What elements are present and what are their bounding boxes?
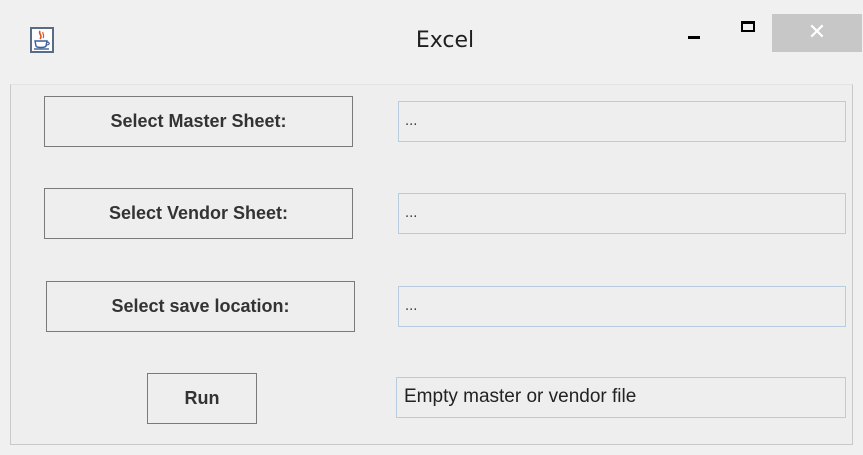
maximize-icon — [741, 21, 755, 32]
save-location-path-field[interactable] — [398, 286, 846, 327]
minimize-icon — [688, 36, 700, 39]
close-button[interactable]: ✕ — [772, 14, 862, 52]
form-panel: Select Master Sheet: Select Vendor Sheet… — [10, 84, 853, 445]
java-coffee-cup-icon[interactable] — [30, 27, 54, 53]
select-save-location-button[interactable]: Select save location: — [46, 281, 355, 332]
vendor-sheet-path-field[interactable] — [398, 193, 846, 234]
master-sheet-path-field[interactable] — [398, 101, 846, 142]
title-bar[interactable]: Excel ✕ — [0, 0, 863, 84]
app-window: Excel ✕ Select Master Sheet: Select Vend… — [0, 0, 863, 455]
select-master-sheet-button[interactable]: Select Master Sheet: — [44, 96, 353, 147]
window-title: Excel — [415, 28, 475, 53]
status-field: Empty master or vendor file — [396, 377, 846, 418]
close-icon: ✕ — [807, 20, 827, 45]
run-button[interactable]: Run — [147, 373, 257, 424]
maximize-button[interactable] — [726, 14, 776, 52]
minimize-button[interactable] — [676, 14, 726, 52]
select-vendor-sheet-button[interactable]: Select Vendor Sheet: — [44, 188, 353, 239]
